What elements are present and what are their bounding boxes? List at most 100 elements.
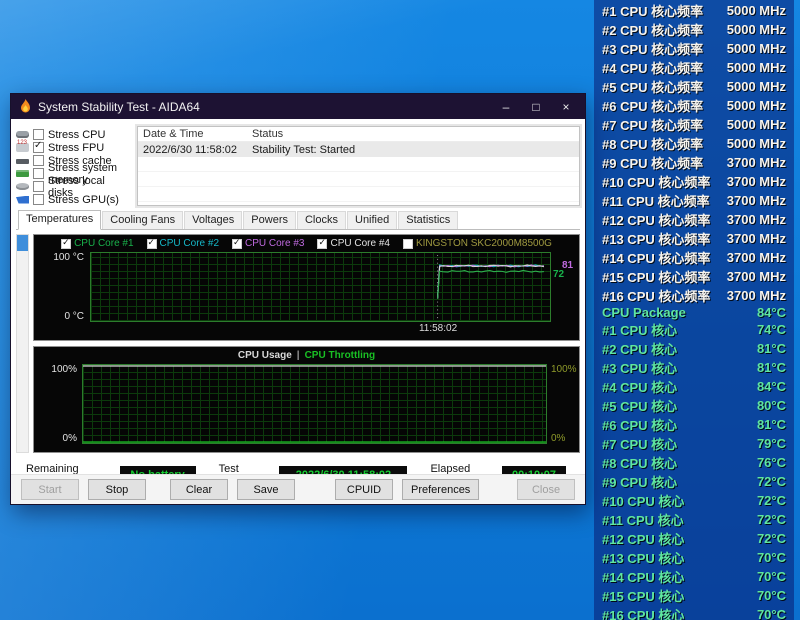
osd-label: #2 CPU 核心频率 <box>602 20 703 39</box>
osd-value: 3700 MHz <box>727 174 786 189</box>
osd-row: #16 CPU 核心频率 3700 MHz <box>602 286 786 305</box>
legend-item[interactable]: CPU Core #3 <box>232 238 304 249</box>
action-button[interactable]: Stop <box>88 479 146 500</box>
sensor-osd-panel: #1 CPU 核心频率 5000 MHz #2 CPU 核心频率 5000 MH… <box>594 0 794 620</box>
stress-label: Stress CPU <box>48 129 105 141</box>
osd-value: 3700 MHz <box>727 269 786 284</box>
osd-row: #15 CPU 核心频率 3700 MHz <box>602 267 786 286</box>
osd-row: #3 CPU 核心频率 5000 MHz <box>602 39 786 58</box>
osd-label: #5 CPU 核心频率 <box>602 77 703 96</box>
tab[interactable]: Voltages <box>184 211 242 229</box>
osd-value: 3700 MHz <box>727 231 786 246</box>
osd-row: #11 CPU 核心频率 3700 MHz <box>602 191 786 210</box>
action-button[interactable]: Preferences <box>402 479 479 500</box>
stress-option-row[interactable]: Stress FPU <box>16 141 132 154</box>
action-button[interactable]: Clear <box>170 479 228 500</box>
osd-row: #4 CPU 核心频率 5000 MHz <box>602 58 786 77</box>
stress-checkbox[interactable] <box>33 142 44 153</box>
osd-label: #16 CPU 核心频率 <box>602 286 710 305</box>
stress-option-row[interactable]: Stress GPU(s) <box>16 193 132 206</box>
graph-zone: CPU Core #1 CPU Core #2 CPU <box>16 234 580 453</box>
stress-option-row[interactable]: Stress local disks <box>16 180 132 193</box>
osd-value: 5000 MHz <box>727 60 786 75</box>
tab[interactable]: Unified <box>347 211 397 229</box>
action-button[interactable]: Save <box>237 479 295 500</box>
legend-checkbox[interactable] <box>147 239 157 249</box>
osd-value: 3700 MHz <box>727 193 786 208</box>
osd-row: #14 CPU 核心频率 3700 MHz <box>602 248 786 267</box>
osd-value: 81°C <box>757 360 786 375</box>
stress-checkbox[interactable] <box>33 181 44 192</box>
stress-checkbox[interactable] <box>33 129 44 140</box>
titlebar[interactable]: System Stability Test - AIDA64 – □ × <box>11 94 585 119</box>
maximize-button[interactable]: □ <box>521 94 551 119</box>
event-status: Stability Test: Started <box>250 144 579 156</box>
osd-value: 81°C <box>757 417 786 432</box>
window-content: Stress CPU Stress FPU Stress cache <box>11 119 585 504</box>
osd-label: #13 CPU 核心频率 <box>602 229 710 248</box>
legend-checkbox[interactable] <box>61 239 71 249</box>
memory-icon <box>16 170 29 177</box>
table-row[interactable]: 2022/6/30 11:58:02 Stability Test: Start… <box>138 142 579 157</box>
event-log-table[interactable]: Date & Time Status 2022/6/30 11:58:02 St… <box>137 126 580 206</box>
graphs-scrollbar[interactable] <box>16 234 29 453</box>
tab[interactable]: Cooling Fans <box>102 211 183 229</box>
osd-row: #2 CPU 核心 81°C <box>602 339 786 358</box>
osd-row: #10 CPU 核心频率 3700 MHz <box>602 172 786 191</box>
osd-value: 5000 MHz <box>727 22 786 37</box>
osd-label: #14 CPU 核心频率 <box>602 248 710 267</box>
legend-item[interactable]: KINGSTON SKC2000M8500G <box>403 238 552 249</box>
osd-value: 5000 MHz <box>727 3 786 18</box>
legend-checkbox[interactable] <box>317 239 327 249</box>
legend-label: CPU Core #2 <box>160 238 219 249</box>
stress-label: Stress FPU <box>48 142 104 154</box>
legend-checkbox[interactable] <box>232 239 242 249</box>
legend-item[interactable]: CPU Core #4 <box>317 238 389 249</box>
event-time: 2022/6/30 11:58:02 <box>138 144 250 156</box>
temperature-plot <box>90 252 551 322</box>
osd-label: #1 CPU 核心频率 <box>602 1 703 20</box>
usage-graph-panel: CPU Usage | CPU Throttling 100% 0% <box>33 346 580 453</box>
legend-checkbox[interactable] <box>403 239 413 249</box>
osd-value: 3700 MHz <box>727 212 786 227</box>
legend-item[interactable]: CPU Core #2 <box>147 238 219 249</box>
scrollbar-thumb[interactable] <box>17 235 28 251</box>
legend-label: KINGSTON SKC2000M8500G <box>416 238 552 249</box>
minimize-button[interactable]: – <box>491 94 521 119</box>
usage-title-part: CPU Throttling <box>305 350 376 361</box>
action-button: Close <box>517 479 575 500</box>
action-button[interactable]: CPUID <box>335 479 393 500</box>
close-button[interactable]: × <box>551 94 581 119</box>
stress-checkbox[interactable] <box>33 194 44 205</box>
tab[interactable]: Statistics <box>398 211 458 229</box>
temp-y-axis: 100 °C 0 °C <box>34 252 90 322</box>
stress-label: Stress GPU(s) <box>48 194 119 206</box>
osd-row: CPU Package 84°C <box>602 305 786 320</box>
osd-row: #16 CPU 核心 70°C <box>602 605 786 620</box>
osd-row: #12 CPU 核心 72°C <box>602 529 786 548</box>
tab[interactable]: Clocks <box>297 211 346 229</box>
osd-row: #1 CPU 核心频率 5000 MHz <box>602 1 786 20</box>
tab[interactable]: Powers <box>243 211 296 229</box>
osd-label: #12 CPU 核心频率 <box>602 210 710 229</box>
osd-value: 72°C <box>757 512 786 527</box>
osd-label: #14 CPU 核心 <box>602 567 684 586</box>
temp-x-axis: 11:58:02 <box>90 322 551 337</box>
col-status: Status <box>250 128 579 140</box>
osd-label: #7 CPU 核心 <box>602 434 677 453</box>
osd-row: #9 CPU 核心 72°C <box>602 472 786 491</box>
osd-label: #4 CPU 核心频率 <box>602 58 703 77</box>
osd-row: #6 CPU 核心 81°C <box>602 415 786 434</box>
usage-title-part: CPU Usage <box>238 350 292 361</box>
usage-right-max: 100% <box>551 364 579 375</box>
osd-label: #8 CPU 核心频率 <box>602 134 703 153</box>
tab[interactable]: Temperatures <box>18 210 101 230</box>
stress-checkbox[interactable] <box>33 168 44 179</box>
osd-row: #7 CPU 核心频率 5000 MHz <box>602 115 786 134</box>
stress-checkbox[interactable] <box>33 155 44 166</box>
usage-plot <box>82 364 547 444</box>
graph-legend: CPU Core #1 CPU Core #2 CPU <box>34 235 579 252</box>
fpu-icon <box>16 143 29 152</box>
osd-label: #3 CPU 核心频率 <box>602 39 703 58</box>
legend-item[interactable]: CPU Core #1 <box>61 238 133 249</box>
